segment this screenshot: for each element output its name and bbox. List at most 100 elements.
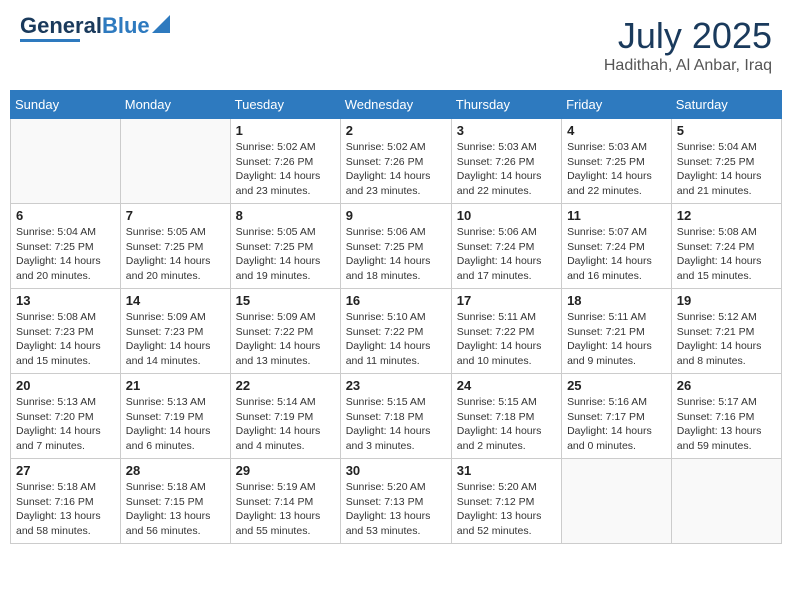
sunset-text: Sunset: 7:24 PM (677, 240, 776, 255)
daylight-text: Daylight: 14 hours and 22 minutes. (457, 169, 556, 198)
cell-content: Sunrise: 5:20 AMSunset: 7:13 PMDaylight:… (346, 480, 446, 539)
location-title: Hadithah, Al Anbar, Iraq (604, 57, 772, 75)
cell-content: Sunrise: 5:09 AMSunset: 7:22 PMDaylight:… (236, 310, 335, 369)
day-number: 3 (457, 123, 556, 138)
day-number: 1 (236, 123, 335, 138)
cell-content: Sunrise: 5:09 AMSunset: 7:23 PMDaylight:… (126, 310, 225, 369)
sunrise-text: Sunrise: 5:11 AM (567, 310, 666, 325)
day-number: 14 (126, 293, 225, 308)
page-header: GeneralBlue July 2025 Hadithah, Al Anbar… (10, 10, 782, 80)
calendar-cell: 25 Sunrise: 5:16 AMSunset: 7:17 PMDayligh… (562, 374, 672, 459)
day-number: 20 (16, 378, 115, 393)
cell-content: Sunrise: 5:06 AMSunset: 7:24 PMDaylight:… (457, 225, 556, 284)
cell-content: Sunrise: 5:06 AMSunset: 7:25 PMDaylight:… (346, 225, 446, 284)
sunrise-text: Sunrise: 5:11 AM (457, 310, 556, 325)
logo: GeneralBlue (20, 15, 170, 42)
cell-content: Sunrise: 5:05 AMSunset: 7:25 PMDaylight:… (126, 225, 225, 284)
daylight-text: Daylight: 14 hours and 6 minutes. (126, 424, 225, 453)
logo-text: GeneralBlue (20, 15, 150, 37)
day-number: 29 (236, 463, 335, 478)
calendar-week-row: 13Sunrise: 5:08 AMSunset: 7:23 PMDayligh… (11, 289, 782, 374)
daylight-text: Daylight: 14 hours and 0 minutes. (567, 424, 666, 453)
sunrise-text: Sunrise: 5:10 AM (346, 310, 446, 325)
daylight-text: Daylight: 14 hours and 4 minutes. (236, 424, 335, 453)
daylight-text: Daylight: 14 hours and 10 minutes. (457, 339, 556, 368)
month-title: July 2025 (604, 15, 772, 57)
sunrise-text: Sunrise: 5:18 AM (16, 480, 115, 495)
cell-content: Sunrise: 5:07 AMSunset: 7:24 PMDaylight:… (567, 225, 666, 284)
calendar-cell: 27Sunrise: 5:18 AMSunset: 7:16 PMDayligh… (11, 459, 121, 544)
sunrise-text: Sunrise: 5:08 AM (677, 225, 776, 240)
calendar-cell: 10 Sunrise: 5:06 AMSunset: 7:24 PMDayligh… (451, 204, 561, 289)
calendar-table: SundayMondayTuesdayWednesdayThursdayFrid… (10, 90, 782, 544)
sunrise-text: Sunrise: 5:17 AM (677, 395, 776, 410)
calendar-cell: 15Sunrise: 5:09 AMSunset: 7:22 PMDayligh… (230, 289, 340, 374)
day-number: 30 (346, 463, 446, 478)
daylight-text: Daylight: 13 hours and 55 minutes. (236, 509, 335, 538)
day-number: 10 (457, 208, 556, 223)
cell-content: Sunrise: 5:13 AMSunset: 7:20 PMDaylight:… (16, 395, 115, 454)
daylight-text: Daylight: 14 hours and 23 minutes. (236, 169, 335, 198)
calendar-cell: 18Sunrise: 5:11 AMSunset: 7:21 PMDayligh… (562, 289, 672, 374)
day-number: 13 (16, 293, 115, 308)
sunrise-text: Sunrise: 5:07 AM (567, 225, 666, 240)
calendar-cell: 9Sunrise: 5:06 AMSunset: 7:25 PMDaylight… (340, 204, 451, 289)
calendar-cell: 30 Sunrise: 5:20 AMSunset: 7:13 PMDayligh… (340, 459, 451, 544)
sunset-text: Sunset: 7:22 PM (457, 325, 556, 340)
sunset-text: Sunset: 7:13 PM (346, 495, 446, 510)
cell-content: Sunrise: 5:20 AMSunset: 7:12 PMDaylight:… (457, 480, 556, 539)
day-number: 23 (346, 378, 446, 393)
day-number: 31 (457, 463, 556, 478)
daylight-text: Daylight: 14 hours and 18 minutes. (346, 254, 446, 283)
sunset-text: Sunset: 7:20 PM (16, 410, 115, 425)
sunrise-text: Sunrise: 5:03 AM (457, 140, 556, 155)
calendar-cell: 11Sunrise: 5:07 AMSunset: 7:24 PMDayligh… (562, 204, 672, 289)
cell-content: Sunrise: 5:12 AMSunset: 7:21 PMDaylight:… (677, 310, 776, 369)
title-section: July 2025 Hadithah, Al Anbar, Iraq (604, 15, 772, 75)
calendar-cell: 8Sunrise: 5:05 AMSunset: 7:25 PMDaylight… (230, 204, 340, 289)
daylight-text: Daylight: 14 hours and 19 minutes. (236, 254, 335, 283)
daylight-text: Daylight: 14 hours and 8 minutes. (677, 339, 776, 368)
calendar-header-row: SundayMondayTuesdayWednesdayThursdayFrid… (11, 91, 782, 119)
cell-content: Sunrise: 5:04 AMSunset: 7:25 PMDaylight:… (677, 140, 776, 199)
calendar-cell: 1Sunrise: 5:02 AMSunset: 7:26 PMDaylight… (230, 119, 340, 204)
cell-content: Sunrise: 5:16 AMSunset: 7:17 PMDaylight:… (567, 395, 666, 454)
cell-content: Sunrise: 5:08 AMSunset: 7:24 PMDaylight:… (677, 225, 776, 284)
sunset-text: Sunset: 7:25 PM (16, 240, 115, 255)
sunset-text: Sunset: 7:25 PM (236, 240, 335, 255)
day-number: 25 (567, 378, 666, 393)
sunrise-text: Sunrise: 5:04 AM (677, 140, 776, 155)
calendar-cell (11, 119, 121, 204)
calendar-cell: 19Sunrise: 5:12 AMSunset: 7:21 PMDayligh… (671, 289, 781, 374)
daylight-text: Daylight: 13 hours and 58 minutes. (16, 509, 115, 538)
sunrise-text: Sunrise: 5:08 AM (16, 310, 115, 325)
sunset-text: Sunset: 7:25 PM (677, 155, 776, 170)
sunrise-text: Sunrise: 5:03 AM (567, 140, 666, 155)
calendar-cell: 31 Sunrise: 5:20 AMSunset: 7:12 PMDayligh… (451, 459, 561, 544)
sunset-text: Sunset: 7:16 PM (16, 495, 115, 510)
day-number: 24 (457, 378, 556, 393)
calendar-cell: 24Sunrise: 5:15 AMSunset: 7:18 PMDayligh… (451, 374, 561, 459)
sunrise-text: Sunrise: 5:13 AM (126, 395, 225, 410)
daylight-text: Daylight: 14 hours and 17 minutes. (457, 254, 556, 283)
cell-content: Sunrise: 5:03 AMSunset: 7:25 PMDaylight:… (567, 140, 666, 199)
day-number: 22 (236, 378, 335, 393)
sunset-text: Sunset: 7:25 PM (567, 155, 666, 170)
sunset-text: Sunset: 7:25 PM (126, 240, 225, 255)
day-number: 2 (346, 123, 446, 138)
calendar-cell: 13Sunrise: 5:08 AMSunset: 7:23 PMDayligh… (11, 289, 121, 374)
cell-content: Sunrise: 5:04 AMSunset: 7:25 PMDaylight:… (16, 225, 115, 284)
daylight-text: Daylight: 14 hours and 3 minutes. (346, 424, 446, 453)
sunrise-text: Sunrise: 5:14 AM (236, 395, 335, 410)
daylight-text: Daylight: 13 hours and 52 minutes. (457, 509, 556, 538)
weekday-header: Saturday (671, 91, 781, 119)
sunrise-text: Sunrise: 5:06 AM (346, 225, 446, 240)
cell-content: Sunrise: 5:18 AMSunset: 7:15 PMDaylight:… (126, 480, 225, 539)
sunset-text: Sunset: 7:18 PM (457, 410, 556, 425)
sunset-text: Sunset: 7:22 PM (236, 325, 335, 340)
calendar-cell: 20 Sunrise: 5:13 AMSunset: 7:20 PMDayligh… (11, 374, 121, 459)
sunset-text: Sunset: 7:25 PM (346, 240, 446, 255)
weekday-header: Tuesday (230, 91, 340, 119)
calendar-cell (562, 459, 672, 544)
sunrise-text: Sunrise: 5:13 AM (16, 395, 115, 410)
